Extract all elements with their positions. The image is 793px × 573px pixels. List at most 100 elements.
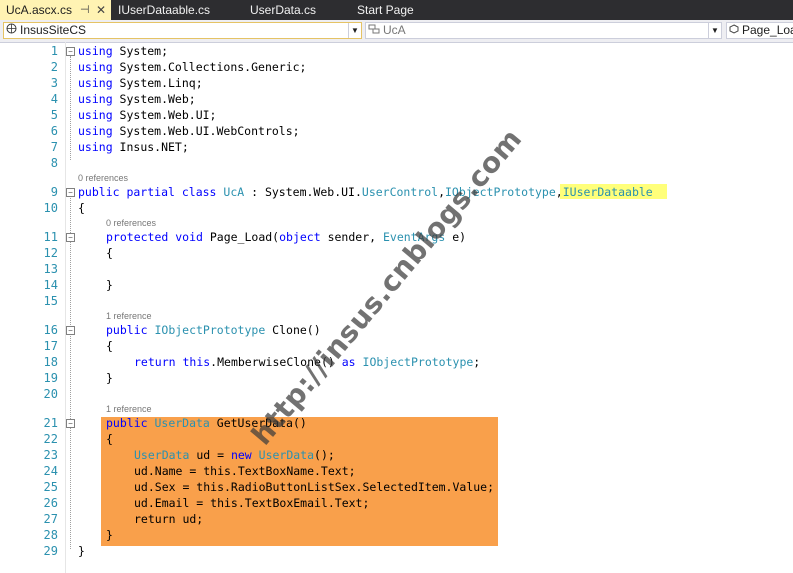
member-dropdown[interactable]: Page_Load [726,22,793,39]
keyword: protected void [106,230,203,244]
code-text: sender, [320,230,383,244]
line-number: 27 [43,512,58,526]
line-number: 13 [43,262,58,276]
tab-label: IUserDataable.cs [118,3,211,17]
type-name: UserControl [361,185,439,199]
keyword: return [134,355,176,369]
document-tab-bar: UcA.ascx.cs ⊣ ✕ IUserDataable.cs UserDat… [0,0,793,20]
line-number: 7 [50,140,58,154]
keyword: using [78,76,113,90]
code-text: } [78,544,85,558]
code-line: 16 − public IObjectPrototype Clone() [0,322,793,338]
pin-icon[interactable]: ⊣ [80,0,90,20]
class-name: UcA [383,23,406,37]
keyword: using [78,108,113,122]
code-lens-references[interactable]: 1 reference [106,310,152,322]
tab-userdata-cs[interactable]: UserData.cs [244,0,344,20]
code-text: Insus.NET; [112,140,189,154]
code-text: { [106,432,113,446]
code-line: 20 [0,386,793,402]
code-editor[interactable]: 0 references 0 references 1 reference 1 … [0,42,793,573]
code-text: { [106,339,113,353]
line-number: 19 [43,371,58,385]
line-number: 29 [43,544,58,558]
line-number: 2 [50,60,58,74]
keyword: using [78,44,113,58]
code-text: Page_Load( [202,230,280,244]
code-line: 29 } [0,543,793,559]
line-number: 28 [43,528,58,542]
collapse-icon[interactable]: − [66,233,75,242]
keyword: this [175,355,211,369]
close-icon[interactable]: ✕ [96,0,106,20]
line-number: 22 [43,432,58,446]
code-text: Clone() [265,323,321,337]
code-line: 17 { [0,338,793,354]
code-text: System; [112,44,169,58]
code-text: ud.Name = this.TextBoxName.Text; [134,464,356,478]
code-line: 18 return this.MemberwiseClone() as IObj… [0,354,793,370]
line-number: 18 [43,355,58,369]
chevron-down-icon[interactable]: ▼ [708,23,721,38]
chevron-down-icon[interactable]: ▼ [348,23,361,38]
member-name: Page_Load [742,23,793,37]
code-line: 7 using Insus.NET; [0,139,793,155]
code-text: System.Web; [112,92,196,106]
type-name: UserData [134,448,190,462]
code-line: 21 − public UserData GetUserData() [0,415,793,431]
code-lens-references[interactable]: 0 references [106,217,156,229]
line-number: 12 [43,246,58,260]
code-text: ud.Email = this.TextBoxEmail.Text; [134,496,370,510]
code-line: 6 using System.Web.UI.WebControls; [0,123,793,139]
code-line: 8 [0,155,793,171]
collapse-icon[interactable]: − [66,188,75,197]
line-number: 8 [50,156,58,170]
code-line: 24 ud.Name = this.TextBoxName.Text; [0,463,793,479]
tab-start-page[interactable]: Start Page [351,0,451,20]
project-dropdown[interactable]: InsusSiteCS ▼ [3,22,362,39]
keyword: new [230,448,252,462]
code-text: System.Web.UI.WebControls; [112,124,300,138]
code-text: System.Collections.Generic; [112,60,307,74]
collapse-icon[interactable]: − [66,47,75,56]
code-line: 10 { [0,200,793,216]
type-name: IObjectPrototype [355,355,474,369]
code-line: 9 − public partial class UcA : System.We… [0,184,793,200]
type-name: IObjectPrototype [147,323,266,337]
code-line: 26 ud.Email = this.TextBoxEmail.Text; [0,495,793,511]
tab-label: UserData.cs [250,3,317,17]
code-text: return ud; [134,512,204,526]
collapse-icon[interactable]: − [66,326,75,335]
code-text: (); [314,448,335,462]
collapse-icon[interactable]: − [66,419,75,428]
line-number: 23 [43,448,58,462]
code-text: , [555,185,563,199]
method-icon [729,23,739,38]
code-line: 27 return ud; [0,511,793,527]
code-line: 5 using System.Web.UI; [0,107,793,123]
tab-uca-ascx-cs[interactable]: UcA.ascx.cs ⊣ ✕ [0,0,111,20]
project-name: InsusSiteCS [20,23,87,37]
keyword: public [106,323,148,337]
line-number: 4 [50,92,58,106]
line-number: 15 [43,294,58,308]
code-lens-references[interactable]: 1 reference [106,403,152,415]
line-number: 16 [43,323,58,337]
line-number: 9 [50,185,58,199]
code-text: } [106,371,113,385]
code-line: 25 ud.Sex = this.RadioButtonListSex.Sele… [0,479,793,495]
tab-label: UcA.ascx.cs [6,3,73,17]
code-text: ud = [189,448,231,462]
line-number: 5 [50,108,58,122]
code-line: 1 − using System; [0,43,793,59]
code-line: 23 UserData ud = new UserData(); [0,447,793,463]
code-line: 11 − protected void Page_Load(object sen… [0,229,793,245]
tab-iuserdataable-cs[interactable]: IUserDataable.cs [112,0,232,20]
code-lens-references[interactable]: 0 references [78,172,128,184]
code-line: 28 } [0,527,793,543]
keyword: using [78,92,113,106]
class-icon [368,23,380,38]
class-dropdown[interactable]: UcA ▼ [365,22,722,39]
keyword: public partial class [78,185,217,199]
code-text: } [106,278,113,292]
